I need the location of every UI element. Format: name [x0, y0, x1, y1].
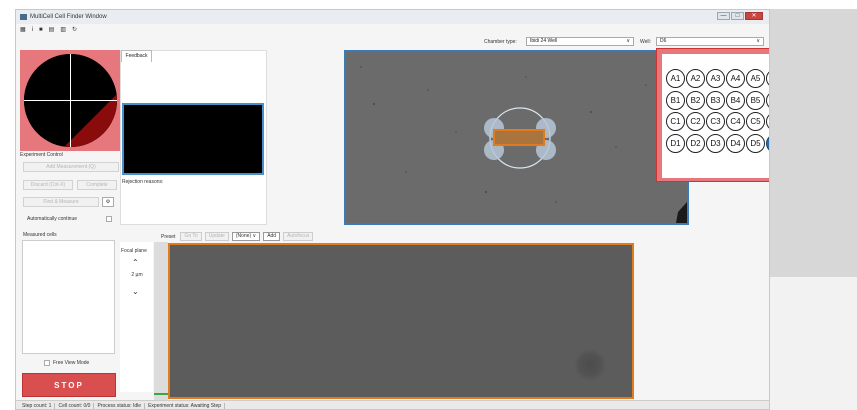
- well-c6[interactable]: C6: [766, 112, 769, 131]
- experiment-control-label: Experiment Control: [20, 152, 63, 158]
- app-icon: [20, 14, 27, 20]
- gear-icon[interactable]: ⚙: [102, 197, 114, 207]
- window-title: MultiCell Cell Finder Window: [30, 14, 107, 20]
- close-button[interactable]: ✕: [745, 12, 763, 20]
- focal-plane-value: 2 µm: [131, 272, 143, 278]
- video-icon[interactable]: ■: [39, 26, 43, 34]
- well-d5[interactable]: D5: [746, 133, 765, 153]
- well-a6[interactable]: A6: [766, 69, 769, 88]
- chevron-down-icon: ∨: [756, 38, 760, 44]
- well-select[interactable]: D6 ∨: [656, 37, 764, 46]
- tab-feedback[interactable]: Feedback: [121, 50, 152, 62]
- well-b5[interactable]: B5: [746, 90, 765, 110]
- rejection-reasons-label: Rejection reasons:: [122, 179, 164, 185]
- well-c5[interactable]: C5: [746, 112, 765, 131]
- window-controls: — □ ✕: [717, 12, 763, 20]
- process-status: Process status: Idle: [94, 403, 146, 409]
- feedback-image: [122, 103, 264, 175]
- find-measure-button[interactable]: Find & Measure: [23, 197, 99, 207]
- experiment-status: Experiment status: Awaiting Step: [145, 403, 226, 409]
- free-view-checkbox[interactable]: [44, 360, 50, 366]
- well-b2[interactable]: B2: [686, 90, 705, 110]
- focus-indicator: [154, 393, 168, 395]
- chamber-type-label: Chamber type:: [484, 39, 517, 45]
- well-d4[interactable]: D4: [726, 133, 745, 153]
- chevron-down-icon: ∨: [252, 233, 257, 239]
- focal-plane-label: Focal plane: [121, 248, 147, 254]
- measured-cells-label: Measured cells: [23, 232, 57, 238]
- measured-cells-list[interactable]: [22, 240, 115, 354]
- preset-row: Preset Go To Update (None) ∨ Add Autofoc…: [161, 232, 314, 241]
- step-count: Step count: 1: [19, 403, 56, 409]
- preset-label: Preset: [161, 233, 176, 240]
- well-b1[interactable]: B1: [666, 90, 685, 110]
- auto-continue-label: Automatically continue: [27, 216, 78, 222]
- update-button[interactable]: Update: [204, 232, 229, 241]
- add-measurement-button[interactable]: Add Measurement (Q): [23, 162, 119, 172]
- info-icon[interactable]: i: [32, 26, 33, 34]
- save-as-icon[interactable]: ▥: [60, 26, 66, 34]
- well-a4[interactable]: A4: [726, 69, 745, 88]
- auto-continue-checkbox[interactable]: [106, 216, 112, 222]
- well-d1[interactable]: D1: [666, 133, 685, 153]
- well-plate: A1A2A3A4A5A6 B1B2B3B4B5B6 C1C2C3C4C5C6 D1D2…: [662, 54, 769, 178]
- title-bar: MultiCell Cell Finder Window — □ ✕: [16, 10, 769, 24]
- well-c4[interactable]: C4: [726, 112, 745, 131]
- maximize-button[interactable]: □: [731, 12, 744, 20]
- stop-button[interactable]: STOP: [22, 373, 116, 397]
- live-view-scrollbar[interactable]: [154, 242, 168, 400]
- well-a3[interactable]: A3: [706, 69, 725, 88]
- autofocus-button[interactable]: Autofocus: [283, 232, 314, 241]
- well-label: Well:: [640, 39, 652, 45]
- well-b3[interactable]: B3: [706, 90, 725, 110]
- chevron-down-icon: ∨: [626, 38, 630, 44]
- well-a5[interactable]: A5: [746, 69, 765, 88]
- discard-button[interactable]: Discard (Ctrl-X): [23, 180, 73, 190]
- well-d3[interactable]: D3: [706, 133, 725, 153]
- desktop-top-strip: [0, 0, 857, 9]
- live-camera-view[interactable]: [168, 243, 634, 399]
- preset-select-value: (None): [235, 233, 252, 239]
- well-c1[interactable]: C1: [666, 112, 685, 131]
- chevron-up-icon[interactable]: ⌃: [132, 258, 139, 267]
- well-plate-panel: A1A2A3A4A5A6 B1B2B3B4B5B6 C1C2C3C4C5C6 D1D2…: [656, 48, 769, 182]
- save-icon[interactable]: ▤: [49, 26, 55, 34]
- goto-button[interactable]: Go To: [180, 232, 202, 241]
- well-a2[interactable]: A2: [686, 69, 705, 88]
- well-d6[interactable]: D6: [766, 133, 769, 153]
- well-d2[interactable]: D2: [686, 133, 705, 153]
- overview-panel: [20, 50, 121, 151]
- preset-select[interactable]: (None) ∨: [231, 232, 261, 241]
- well-c3[interactable]: C3: [706, 112, 725, 131]
- cell-count: Cell count: 0/0: [55, 403, 95, 409]
- desktop-background: [770, 9, 857, 277]
- chamber-type-select[interactable]: Ibidi 24 Well ∨: [526, 37, 634, 46]
- undo-icon[interactable]: ↻: [72, 26, 77, 34]
- toolbar: ▦ i ■ ▤ ▥ ↻: [20, 25, 77, 34]
- well-a1[interactable]: A1: [666, 69, 685, 88]
- add-preset-button[interactable]: Add: [263, 232, 281, 241]
- well-c2[interactable]: C2: [686, 112, 705, 131]
- grid-icon[interactable]: ▦: [20, 26, 26, 34]
- desktop-background-lower: [770, 277, 857, 410]
- chevron-down-icon[interactable]: ⌄: [132, 287, 139, 296]
- minimize-button[interactable]: —: [717, 12, 730, 20]
- chamber-type-value: Ibidi 24 Well: [530, 38, 558, 44]
- well-value: D6: [660, 38, 667, 44]
- free-view-label: Free View Mode: [53, 360, 90, 366]
- well-b6[interactable]: B6: [766, 90, 769, 110]
- status-bar: Step count: 1 Cell count: 0/0 Process st…: [16, 400, 769, 409]
- cell-finder-window: MultiCell Cell Finder Window — □ ✕ ▦ i ■ ▤ ▥…: [15, 9, 770, 410]
- well-b4[interactable]: B4: [726, 90, 745, 110]
- overview-map[interactable]: [24, 54, 117, 147]
- camera-overview-image[interactable]: [344, 50, 689, 225]
- complete-button[interactable]: Complete: [77, 180, 117, 190]
